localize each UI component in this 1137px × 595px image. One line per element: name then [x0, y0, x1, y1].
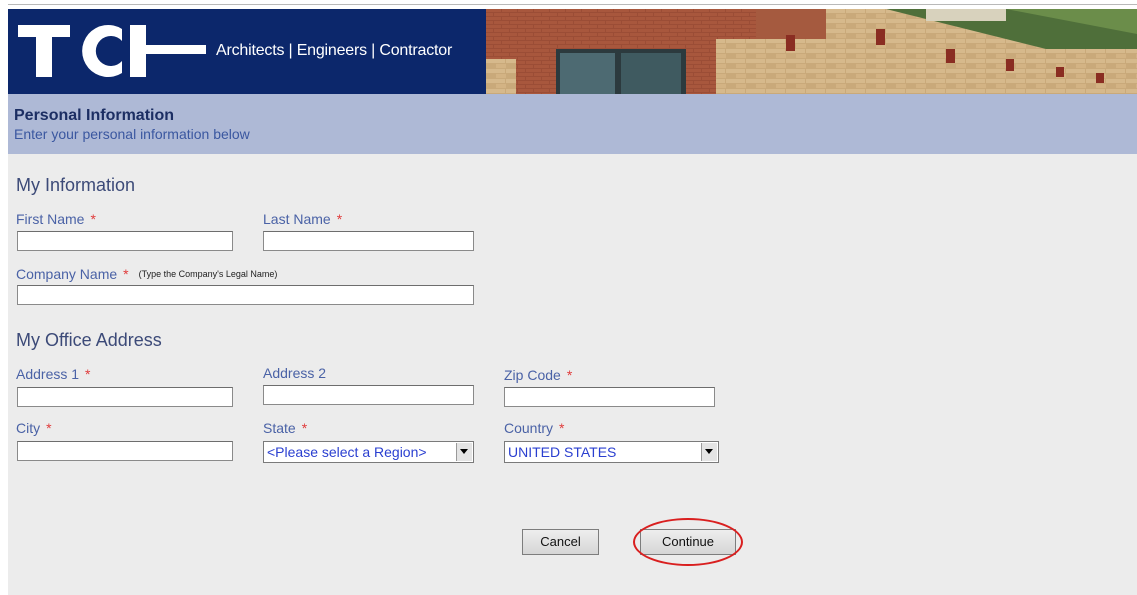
country-selected-value: UNITED STATES — [508, 444, 617, 460]
address2-input[interactable] — [263, 385, 474, 405]
last-name-label: Last Name * — [263, 211, 343, 227]
required-marker: * — [90, 211, 96, 227]
chevron-down-icon[interactable] — [456, 443, 472, 461]
zip-code-label: Zip Code * — [504, 367, 573, 383]
building-photo — [486, 9, 1137, 94]
cancel-button[interactable]: Cancel — [522, 529, 599, 555]
section-header: Personal Information Enter your personal… — [8, 94, 1137, 154]
zip-code-input[interactable] — [504, 387, 715, 407]
required-marker: * — [336, 211, 343, 227]
country-select[interactable]: UNITED STATES — [504, 441, 719, 463]
my-information-heading: My Information — [16, 175, 136, 195]
office-address-heading: My Office Address — [16, 330, 162, 350]
required-marker: * — [123, 266, 129, 282]
required-marker: * — [85, 366, 91, 382]
state-select[interactable]: <Please select a Region> — [263, 441, 474, 463]
top-strip — [0, 0, 1137, 9]
tci-logo — [18, 25, 206, 77]
required-marker: * — [301, 420, 308, 436]
page: Architects | Engineers | Contractor Pers… — [8, 9, 1137, 595]
address1-input[interactable] — [17, 387, 233, 407]
address2-label: Address 2 — [263, 365, 327, 381]
first-name-label: First Name * — [16, 211, 96, 227]
required-marker: * — [566, 367, 573, 383]
state-label: State * — [263, 420, 308, 436]
page-title: Personal Information — [14, 107, 175, 124]
header-tagline: Architects | Engineers | Contractor — [216, 42, 453, 59]
header-banner: Architects | Engineers | Contractor — [8, 9, 1137, 94]
country-label: Country * — [504, 420, 565, 436]
chevron-down-icon[interactable] — [701, 443, 717, 461]
company-name-input[interactable] — [17, 285, 474, 305]
city-label: City * — [16, 420, 52, 436]
last-name-input[interactable] — [263, 231, 474, 251]
state-selected-value: <Please select a Region> — [267, 444, 427, 460]
highlight-ring — [633, 518, 743, 566]
address1-label: Address 1 * — [16, 366, 91, 382]
required-marker: * — [46, 420, 52, 436]
city-input[interactable] — [17, 441, 233, 461]
logo-area: Architects | Engineers | Contractor — [8, 9, 486, 94]
company-name-hint: (Type the Company's Legal Name) — [138, 269, 278, 279]
company-name-label: Company Name * (Type the Company's Legal N… — [16, 266, 278, 282]
page-subtitle: Enter your personal information below — [14, 126, 250, 142]
first-name-input[interactable] — [17, 231, 233, 251]
required-marker: * — [559, 420, 565, 436]
